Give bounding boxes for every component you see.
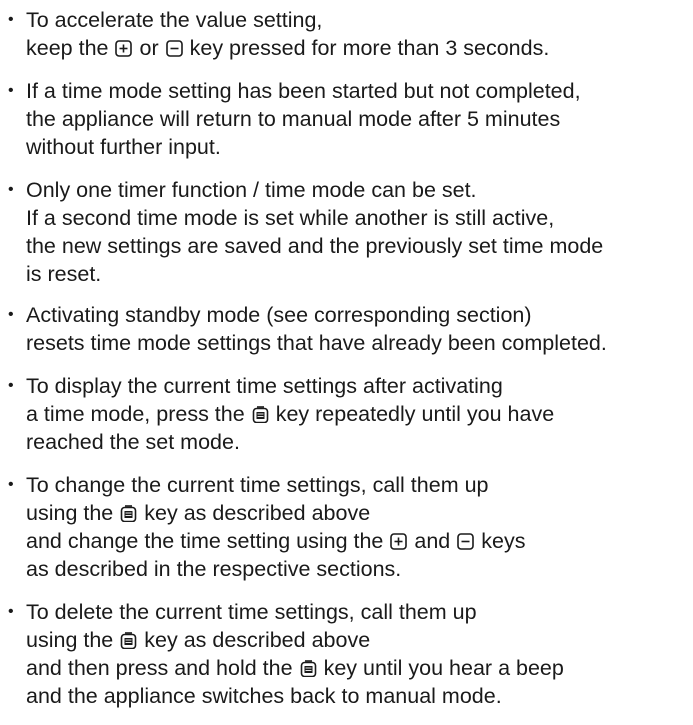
- bullet-dot: •: [8, 306, 14, 323]
- note-item: • To display the current time settings af…: [8, 372, 693, 456]
- note-line: Only one timer function / time mode can …: [26, 176, 693, 204]
- notes-list: • To accelerate the value setting, keep th…: [0, 0, 693, 710]
- menu-key-icon: [252, 406, 269, 423]
- note-line: reached the set mode.: [26, 428, 693, 456]
- note-text: resets time mode settings that have alre…: [26, 331, 607, 355]
- note-text: Activating standby mode (see correspondi…: [26, 303, 532, 327]
- note-text: is reset.: [26, 262, 102, 286]
- note-line: using the key as described above: [26, 499, 693, 527]
- menu-key-icon: [120, 632, 137, 649]
- note-text: key as described above: [144, 501, 371, 525]
- bullet-dot: •: [8, 82, 14, 99]
- note-line: To display the current time settings aft…: [26, 372, 693, 400]
- note-text: keep the: [26, 36, 109, 60]
- menu-key-icon: [120, 505, 137, 522]
- note-line: is reset.: [26, 260, 693, 288]
- note-line: keep the or key pressed for more than 3 se…: [26, 34, 693, 62]
- note-text: key repeatedly until you have: [275, 402, 555, 426]
- minus-key-icon: [165, 40, 183, 57]
- note-item: • Only one timer function / time mode can…: [8, 176, 693, 288]
- note-text: To accelerate the value setting,: [26, 8, 323, 32]
- note-text: To change the current time settings, cal…: [26, 473, 489, 497]
- bullet-dot: •: [8, 11, 14, 28]
- note-line: If a second time mode is set while anoth…: [26, 204, 693, 232]
- note-text: keys: [481, 529, 526, 553]
- bullet-dot: •: [8, 181, 14, 198]
- note-line: as described in the respective sections.: [26, 555, 693, 583]
- note-line: and the appliance switches back to manua…: [26, 682, 693, 710]
- note-text: key as described above: [144, 628, 371, 652]
- note-text: or: [139, 36, 159, 60]
- note-item: • To delete the current time settings, ca…: [8, 598, 693, 710]
- note-line: a time mode, press the key repeatedly unt…: [26, 400, 693, 428]
- note-line: and then press and hold the key until you…: [26, 654, 693, 682]
- note-text: If a second time mode is set while anoth…: [26, 206, 555, 230]
- note-line: the new settings are saved and the previ…: [26, 232, 693, 260]
- note-text: reached the set mode.: [26, 430, 240, 454]
- note-text: the appliance will return to manual mode…: [26, 107, 561, 131]
- plus-key-icon: [390, 533, 408, 550]
- note-text: without further input.: [26, 135, 221, 159]
- note-text: as described in the respective sections.: [26, 557, 402, 581]
- note-text: and change the time setting using the: [26, 529, 384, 553]
- note-line: and change the time setting using the and…: [26, 527, 693, 555]
- note-text: and: [414, 529, 451, 553]
- note-line: To change the current time settings, cal…: [26, 471, 693, 499]
- note-item: • If a time mode setting has been started…: [8, 77, 693, 161]
- note-line: using the key as described above: [26, 626, 693, 654]
- note-line: without further input.: [26, 133, 693, 161]
- note-line: If a time mode setting has been started …: [26, 77, 693, 105]
- note-text: key pressed for more than 3 seconds.: [189, 36, 550, 60]
- note-text: using the: [26, 501, 114, 525]
- note-text: and the appliance switches back to manua…: [26, 684, 502, 708]
- bullet-dot: •: [8, 476, 14, 493]
- note-text: To display the current time settings aft…: [26, 374, 503, 398]
- note-text: If a time mode setting has been started …: [26, 79, 581, 103]
- note-item: • Activating standby mode (see correspond…: [8, 301, 693, 357]
- menu-key-icon: [300, 660, 317, 677]
- note-line: To delete the current time settings, cal…: [26, 598, 693, 626]
- note-line: resets time mode settings that have alre…: [26, 329, 693, 357]
- plus-key-icon: [115, 40, 133, 57]
- note-text: the new settings are saved and the previ…: [26, 234, 604, 258]
- bullet-dot: •: [8, 603, 14, 620]
- note-text: key until you hear a beep: [323, 656, 564, 680]
- bullet-dot: •: [8, 377, 14, 394]
- note-item: • To change the current time settings, ca…: [8, 471, 693, 583]
- note-text: a time mode, press the: [26, 402, 245, 426]
- note-text: Only one timer function / time mode can …: [26, 178, 477, 202]
- note-text: To delete the current time settings, cal…: [26, 600, 477, 624]
- note-text: using the: [26, 628, 114, 652]
- minus-key-icon: [457, 533, 475, 550]
- note-text: and then press and hold the: [26, 656, 293, 680]
- note-line: Activating standby mode (see correspondi…: [26, 301, 693, 329]
- note-line: the appliance will return to manual mode…: [26, 105, 693, 133]
- note-line: To accelerate the value setting,: [26, 6, 693, 34]
- note-item: • To accelerate the value setting, keep th…: [8, 6, 693, 62]
